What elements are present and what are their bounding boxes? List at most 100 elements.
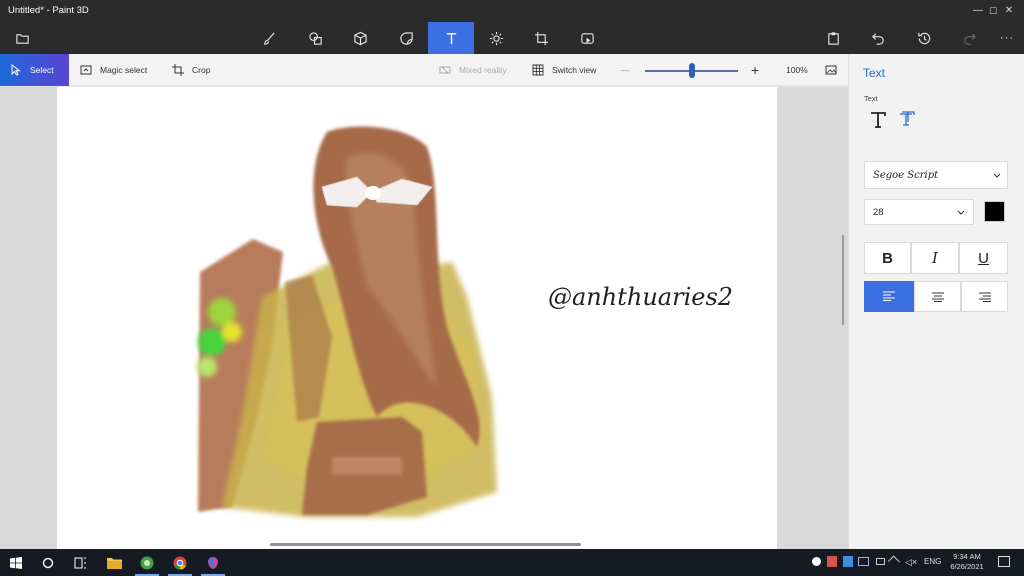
switch-view-label: Switch view (552, 65, 597, 75)
paint-3d-icon (208, 556, 218, 569)
paint-3d-taskbar-button[interactable] (197, 549, 229, 576)
text-2d-icon (871, 112, 886, 128)
italic-button[interactable]: I (911, 242, 959, 274)
taskbar: ◁× ENG 9:34 AM 6/26/2021 (0, 549, 1024, 576)
redo-icon (963, 32, 976, 45)
font-family-dropdown[interactable]: Segoe Script (864, 161, 1008, 189)
tray-language[interactable]: ENG (924, 557, 941, 566)
tray-battery-icon[interactable] (876, 558, 885, 565)
tray-volume-icon[interactable]: ◁× (905, 557, 917, 568)
undo-button[interactable] (861, 22, 895, 54)
notification-center-icon[interactable] (998, 556, 1010, 567)
font-size-value: 28 (873, 207, 884, 218)
tray-chat-icon[interactable] (812, 557, 821, 566)
select-label: Select (30, 65, 54, 75)
mixed-reality-icon (439, 66, 451, 74)
paste-button[interactable] (816, 22, 850, 54)
tray-clock[interactable]: 9:34 AM 6/26/2021 (943, 552, 991, 572)
file-explorer-button[interactable] (98, 549, 130, 576)
text-3d-icon (900, 111, 915, 126)
folder-icon (15, 33, 29, 44)
task-view-icon (74, 557, 86, 568)
align-right-button[interactable] (961, 281, 1008, 312)
font-size-dropdown[interactable]: 28 (864, 199, 974, 225)
align-right-icon (979, 292, 991, 302)
text-t-icon (446, 32, 456, 44)
redo-button[interactable] (952, 22, 986, 54)
chrome-button[interactable] (164, 549, 196, 576)
panel-title: Text (863, 66, 886, 80)
maximize-button[interactable]: ☐ (963, 0, 997, 22)
zoom-in-button[interactable]: + (751, 54, 759, 86)
library-icon (580, 32, 594, 44)
tray-shield-icon[interactable] (843, 556, 853, 567)
history-button[interactable] (907, 22, 941, 54)
3d-shapes-tool[interactable] (343, 22, 377, 54)
start-button[interactable] (0, 549, 32, 576)
windows-logo-icon (10, 556, 22, 569)
brushes-tool[interactable] (252, 22, 286, 54)
tray-monitor-icon[interactable] (858, 557, 869, 566)
folder-icon (106, 557, 122, 569)
3d-text-button[interactable] (897, 110, 919, 132)
history-icon (917, 32, 930, 44)
taskbar-app-green[interactable] (131, 549, 163, 576)
zoom-out-button[interactable]: — (621, 54, 630, 86)
magic-select-button[interactable]: Magic select (80, 54, 147, 86)
text-tool[interactable] (428, 22, 474, 54)
crop-canvas-icon (534, 31, 548, 45)
bold-button[interactable]: B (864, 242, 911, 274)
more-options-button[interactable]: ··· (990, 22, 1024, 54)
switch-view-button[interactable]: Switch view (532, 54, 596, 86)
green-app-icon (140, 556, 154, 569)
2d-text-button[interactable] (868, 110, 890, 132)
grid-icon (532, 64, 544, 76)
magic-select-icon (80, 65, 92, 75)
sun-icon (489, 31, 503, 45)
zoom-value: 100% (786, 65, 808, 75)
vertical-scrollbar[interactable] (842, 235, 844, 325)
canvas-tool[interactable] (524, 22, 558, 54)
magic-select-label: Magic select (100, 65, 148, 75)
tray-wifi-icon[interactable] (887, 555, 901, 568)
align-center-button[interactable] (914, 281, 961, 312)
zoom-slider-thumb[interactable] (688, 63, 695, 78)
fit-view-button[interactable] (825, 54, 845, 86)
watermark-text: @anhthuaries2 (548, 283, 733, 311)
shapes-2d-icon (308, 31, 322, 45)
clipboard-icon (827, 31, 839, 45)
crop-icon (172, 64, 184, 76)
chevron-down-icon (957, 210, 965, 215)
stickers-tool[interactable] (389, 22, 423, 54)
effects-tool[interactable] (479, 22, 513, 54)
cube-icon (353, 31, 367, 45)
sticker-icon (399, 31, 413, 45)
text-color-swatch[interactable] (984, 201, 1005, 222)
main-toolbar: ··· (0, 22, 1024, 54)
3d-library-tool[interactable] (570, 22, 604, 54)
drawing-canvas[interactable]: @anhthuaries2 (57, 87, 777, 549)
cortana-button[interactable] (32, 549, 64, 576)
window-title: Untitled* - Paint 3D (8, 5, 89, 16)
undo-icon (871, 32, 884, 45)
task-view-button[interactable] (64, 549, 96, 576)
painting-illustration: @anhthuaries2 (197, 126, 733, 517)
mixed-reality-button[interactable]: Mixed reality (439, 54, 507, 86)
menu-button[interactable] (5, 22, 39, 54)
cursor-arrow-icon (11, 64, 21, 76)
horizontal-scrollbar[interactable] (270, 543, 581, 546)
crop-button[interactable]: Crop (172, 54, 210, 86)
close-button[interactable]: ✕ (994, 0, 1024, 22)
image-fit-icon (825, 65, 837, 75)
align-left-button[interactable] (864, 281, 914, 312)
clock-date: 6/26/2021 (950, 562, 984, 571)
mixed-reality-label: Mixed reality (459, 65, 507, 75)
crop-label: Crop (192, 65, 211, 75)
tray-v-app-icon[interactable] (827, 556, 837, 567)
2d-shapes-tool[interactable] (298, 22, 332, 54)
underline-button[interactable]: U (959, 242, 1008, 274)
select-button[interactable]: Select (0, 54, 69, 86)
align-left-icon (883, 291, 895, 301)
font-family-value: Segoe Script (873, 170, 939, 181)
brush-icon (263, 32, 275, 45)
